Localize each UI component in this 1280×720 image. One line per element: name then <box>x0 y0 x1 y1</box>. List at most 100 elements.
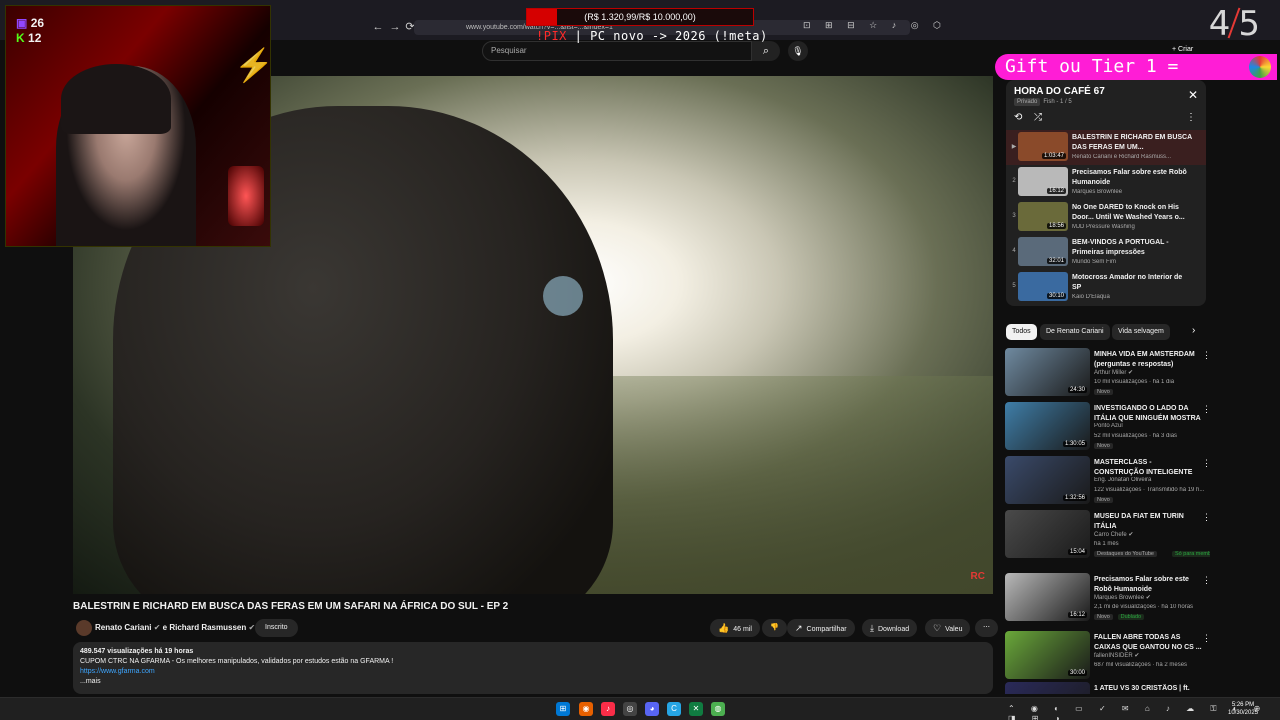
recommended-video[interactable]: 1:30:05 INVESTIGANDO O LADO DA ITÁLIA QUE… <box>1005 402 1210 452</box>
playlist-more-icon[interactable]: ⋮ <box>1186 112 1196 123</box>
playlist-item[interactable]: ▶ 1:03:47 BALESTRIN E RICHARD EM BUSCA DAS… <box>1006 130 1206 165</box>
playlist-item-thumbnail[interactable]: 18:56 <box>1018 202 1068 231</box>
playlist-item[interactable]: 2 16:12 Precisamos Falar sobre este Robô H… <box>1006 165 1206 200</box>
lamp-decoration <box>228 166 264 226</box>
filter-chip[interactable]: Vida selvagem <box>1112 324 1170 340</box>
recommended-channel[interactable]: Arthur Miller ✔ <box>1094 369 1206 376</box>
playlist-item-thumbnail[interactable]: 30:10 <box>1018 272 1068 301</box>
chrome-icon[interactable]: ◍ <box>711 702 725 716</box>
recommended-thumbnail[interactable]: 1:32:56 <box>1005 456 1090 504</box>
clock[interactable]: 5:26 PM 10/30/2025 <box>1228 701 1258 717</box>
playlist-item-title[interactable]: Precisamos Falar sobre este Robô Humanoi… <box>1072 168 1192 188</box>
playlist-item[interactable]: 4 32:01 BEM-VINDOS A PORTUGAL - Primeiras … <box>1006 235 1206 270</box>
chevron-right-icon[interactable]: › <box>1192 325 1195 336</box>
thanks-icon: ♡ <box>933 623 942 633</box>
playlist-item-thumbnail[interactable]: 16:12 <box>1018 167 1068 196</box>
description-link[interactable]: https://www.gfarma.com <box>80 667 986 677</box>
recommended-title[interactable]: 1 ATEU VS 30 CRISTÃOS | ft. <box>1094 684 1202 694</box>
playlist-item-title[interactable]: Motocross Amador no Interior de SP <box>1072 273 1192 293</box>
loop-icon[interactable]: ⟲ <box>1014 112 1022 123</box>
recommended-title[interactable]: MINHA VIDA EM AMSTERDAM (perguntas e res… <box>1094 350 1202 369</box>
video-frame-flare <box>543 276 583 316</box>
recommended-thumbnail[interactable]: 15:04 <box>1005 510 1090 558</box>
playlist-meta: Privado Fish - 1 / 5 <box>1014 98 1072 106</box>
recommended-channel[interactable]: Ponto Azul <box>1094 423 1206 429</box>
recommended-video[interactable]: 16:12 Precisamos Falar sobre este Robô Hu… <box>1005 573 1210 623</box>
obs-icon[interactable]: ◎ <box>623 702 637 716</box>
counter-goal: 5 <box>1238 4 1260 44</box>
screen: ← → ⟳ www.youtube.com/watch?v=...&list=.… <box>0 0 1280 720</box>
more-options-icon[interactable]: ⋮ <box>1202 350 1210 361</box>
playlist-item[interactable]: 3 18:56 No One DARED to Knock on His Door.… <box>1006 200 1206 235</box>
share-button[interactable]: ↗ Compartilhar <box>787 619 855 637</box>
spreadsheet-icon[interactable]: ✕ <box>689 702 703 716</box>
video-description[interactable]: 489.547 visualizações há 19 horas CUPOM … <box>73 642 993 694</box>
recommended-title[interactable]: MUSEU DA FIAT EM TURIN ITÁLIA <box>1094 512 1202 531</box>
back-icon[interactable]: ← <box>372 20 384 34</box>
search-input[interactable]: Pesquisar <box>482 41 752 61</box>
show-more-link[interactable]: ...mais <box>80 677 986 687</box>
playlist-item[interactable]: 5 30:10 Motocross Amador no Interior de SP… <box>1006 270 1206 305</box>
search-icon[interactable]: ⌕ <box>752 41 780 61</box>
filter-chip[interactable]: De Renato Cariani <box>1040 324 1110 340</box>
more-options-icon[interactable]: ⋮ <box>1202 633 1210 644</box>
more-options-icon[interactable]: ⋮ <box>1202 458 1210 469</box>
playlist-item-thumbnail[interactable]: 1:03:47 <box>1018 132 1068 161</box>
windows-start-icon[interactable]: ⊞ <box>556 702 570 716</box>
forward-icon[interactable]: → <box>389 20 401 34</box>
recommended-channel[interactable]: fallenINSIDER ✔ <box>1094 652 1206 659</box>
discord-icon[interactable]: ◕ <box>645 702 659 716</box>
microphone-icon[interactable]: 🎙 <box>788 41 808 61</box>
playlist-item-title[interactable]: BALESTRIN E RICHARD EM BUSCA DAS FERAS E… <box>1072 133 1192 153</box>
more-options-icon[interactable]: ⋮ <box>1202 575 1210 586</box>
recommended-title[interactable]: INVESTIGANDO O LADO DA ITÁLIA QUE NINGUÉ… <box>1094 404 1202 423</box>
channel-name[interactable]: Renato Cariani ✔ e Richard Rasmussen ✔ <box>95 623 255 632</box>
more-actions-button[interactable]: ⋯ <box>975 619 998 637</box>
recommended-stats: 10 mil visualizações · há 1 dia <box>1094 379 1175 385</box>
browser-toolbar-icons[interactable]: ⊡ ⊞ ⊟ ☆ ♪ ◎ ⬡ <box>803 20 947 31</box>
channel-name-primary[interactable]: Renato Cariani <box>95 623 151 632</box>
recommended-channel[interactable]: Eng. Jonatan Oliveira <box>1094 477 1206 483</box>
playlist-item-duration: 16:12 <box>1046 188 1066 194</box>
recommended-title[interactable]: FALLEN ABRE TODAS AS CAIXAS QUE GANTOU N… <box>1094 633 1202 652</box>
music-icon[interactable]: ♪ <box>601 702 615 716</box>
kick-viewer-count: 12 <box>28 31 42 45</box>
app-c-icon[interactable]: C <box>667 702 681 716</box>
thanks-button[interactable]: ♡ Valeu <box>925 619 971 637</box>
playlist-item-duration: 18:56 <box>1046 223 1066 229</box>
shuffle-icon[interactable]: ⤮ <box>1034 112 1042 123</box>
more-options-icon[interactable]: ⋮ <box>1202 404 1210 415</box>
recommended-thumbnail[interactable]: 30:00 <box>1005 631 1090 679</box>
recommended-thumbnail[interactable] <box>1005 682 1090 694</box>
recommended-channel[interactable]: Carro Chefe ✔ <box>1094 531 1206 538</box>
recommended-thumbnail[interactable]: 24:30 <box>1005 348 1090 396</box>
recommended-video[interactable]: 15:04 MUSEU DA FIAT EM TURIN ITÁLIA Carro … <box>1005 510 1210 560</box>
download-button[interactable]: ⤓ Download <box>862 619 918 637</box>
recommended-thumbnail[interactable]: 16:12 <box>1005 573 1090 621</box>
recommended-video[interactable]: 30:00 FALLEN ABRE TODAS AS CAIXAS QUE GAN… <box>1005 631 1210 681</box>
recommended-channel[interactable]: Marques Brownlee ✔ <box>1094 594 1206 601</box>
subscribed-button[interactable]: Inscrito <box>255 619 298 637</box>
dislike-button[interactable]: 👎 <box>762 619 787 637</box>
channel-row: Renato Cariani ✔ e Richard Rasmussen ✔ I… <box>73 618 998 638</box>
recommended-video[interactable]: 1:32:56 MASTERCLASS - CONSTRUÇÃO INTELIGE… <box>1005 456 1210 506</box>
like-button[interactable]: 👍 46 mil <box>710 619 760 637</box>
recommended-title[interactable]: MASTERCLASS - CONSTRUÇÃO INTELIGENTE <box>1094 458 1202 477</box>
channel-name-collab[interactable]: e Richard Rasmussen <box>163 623 247 632</box>
channel-avatar[interactable] <box>76 620 92 636</box>
recommended-video[interactable]: 24:30 MINHA VIDA EM AMSTERDAM (perguntas … <box>1005 348 1210 398</box>
recommended-thumbnail[interactable]: 1:30:05 <box>1005 402 1090 450</box>
more-options-icon[interactable]: ⋮ <box>1202 512 1210 523</box>
playlist-item-title[interactable]: BEM-VINDOS A PORTUGAL - Primeiras impres… <box>1072 238 1192 258</box>
playlist-item-title[interactable]: No One DARED to Knock on His Door... Unt… <box>1072 203 1192 223</box>
firefox-icon[interactable]: ◉ <box>579 702 593 716</box>
filter-chip[interactable]: Todos <box>1006 324 1037 340</box>
recommended-duration: 15:04 <box>1067 549 1087 555</box>
recommended-video[interactable]: 1 ATEU VS 30 CRISTÃOS | ft. <box>1005 682 1210 694</box>
playlist-item-thumbnail[interactable]: 32:01 <box>1018 237 1068 266</box>
recommended-title[interactable]: Precisamos Falar sobre este Robô Humanoi… <box>1094 575 1202 594</box>
playlist-item-duration: 1:03:47 <box>1041 153 1066 159</box>
sub-counter: 45 <box>1209 4 1260 44</box>
close-icon[interactable]: ✕ <box>1188 88 1198 102</box>
playlist-title[interactable]: HORA DO CAFÉ 67 <box>1014 86 1105 97</box>
